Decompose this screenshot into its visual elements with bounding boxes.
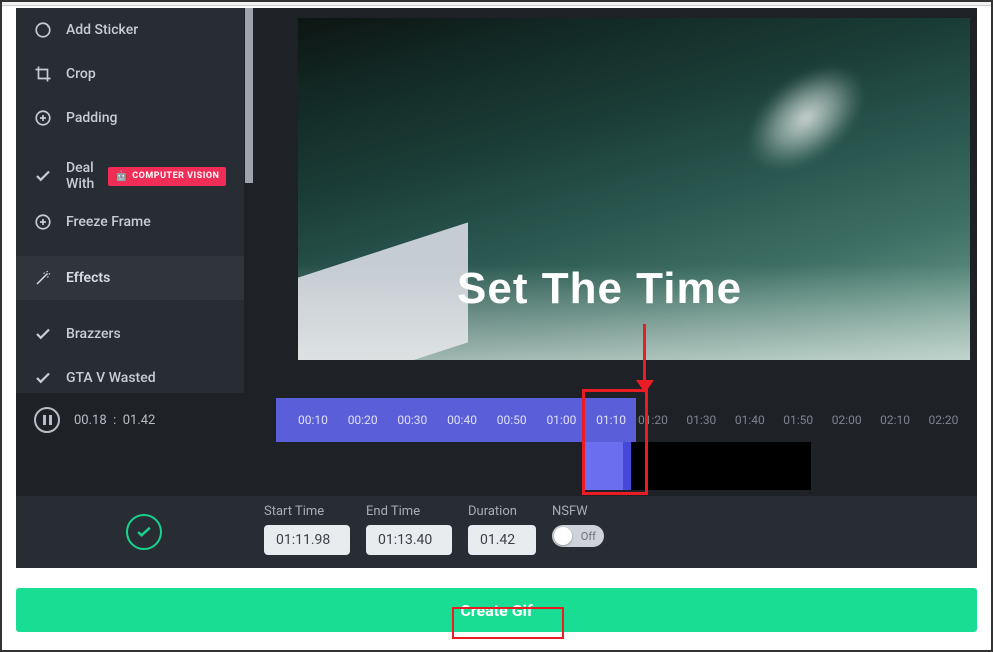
timeline-clip[interactable]: [631, 442, 811, 490]
sidebar-item-label: Add Sticker: [66, 22, 138, 38]
controls-bar: Start Time End Time Duration NSFW Off: [16, 496, 977, 568]
duration-field: Duration: [468, 504, 536, 555]
timeline-selection[interactable]: [585, 442, 631, 490]
robot-icon: 🤖: [115, 171, 128, 182]
pause-icon: [43, 415, 52, 425]
sidebar-scrollbar-thumb[interactable]: [245, 8, 253, 183]
plus-circle-icon: [34, 213, 52, 231]
sidebar-item-label: GTA V Wasted: [66, 370, 156, 386]
toggle-knob: [554, 527, 572, 545]
timeline-track[interactable]: [276, 442, 977, 490]
start-time-input[interactable]: [264, 525, 350, 555]
sidebar-section-effects[interactable]: Effects: [16, 256, 246, 300]
ruler-tick: 00:20: [348, 413, 398, 427]
selection-handle[interactable]: [623, 442, 631, 490]
sidebar-scrollbar[interactable]: [244, 8, 254, 393]
ruler-tick: 00:30: [397, 413, 447, 427]
sidebar-item-brazzers[interactable]: Brazzers: [16, 312, 246, 356]
video-preview: [298, 18, 970, 360]
wand-icon: [34, 269, 52, 287]
ruler-tick: 00:40: [447, 413, 497, 427]
check-icon: [34, 167, 52, 185]
sidebar-item-label: Freeze Frame: [66, 214, 151, 230]
crop-icon: [34, 65, 52, 83]
plus-circle-icon: [34, 109, 52, 127]
end-time-input[interactable]: [366, 525, 452, 555]
nsfw-field: NSFW Off: [552, 504, 604, 547]
nsfw-toggle[interactable]: Off: [552, 525, 604, 547]
sidebar-item-label: Padding: [66, 110, 117, 126]
ruler-tick: 02:10: [880, 413, 928, 427]
check-icon: [34, 369, 52, 387]
sidebar-item-freeze-frame[interactable]: Freeze Frame: [16, 200, 246, 244]
sidebar-item-crop[interactable]: Crop: [16, 52, 246, 96]
sidebar-item-label: Crop: [66, 66, 96, 82]
ruler-tick: 01:50: [783, 413, 831, 427]
ruler-tick: 00:10: [298, 413, 348, 427]
computer-vision-badge: 🤖 COMPUTER VISION: [108, 167, 226, 186]
check-icon: [34, 325, 52, 343]
ruler-tick: 00:50: [497, 413, 547, 427]
sidebar-item-label: Brazzers: [66, 326, 121, 342]
play-pause-button[interactable]: [34, 407, 60, 433]
sidebar-item-add-sticker[interactable]: Add Sticker: [16, 8, 246, 52]
end-time-field: End Time: [366, 504, 452, 555]
ruler-tick: 02:00: [832, 413, 880, 427]
sidebar-item-gta-wasted[interactable]: GTA V Wasted: [16, 356, 246, 393]
editor-app: Add Sticker Crop Padding: [16, 8, 977, 568]
timecode: 00.18 : 01.42: [74, 413, 155, 428]
confirm-icon[interactable]: [126, 514, 162, 550]
sidebar-item-padding[interactable]: Padding: [16, 96, 246, 140]
ruler-tick: 01:00: [546, 413, 596, 427]
duration-input[interactable]: [468, 525, 536, 555]
timeline-ruler-rest[interactable]: 01:20 01:30 01:40 01:50 02:00 02:10 02:2…: [636, 398, 977, 442]
create-gif-button[interactable]: Create Gif: [16, 588, 977, 632]
sticker-icon: [34, 21, 52, 39]
sidebar-item-deal-with[interactable]: DealWith 🤖 COMPUTER VISION: [16, 152, 246, 200]
ruler-tick: 01:30: [686, 413, 734, 427]
sidebar-section-label: Effects: [66, 270, 110, 286]
ruler-tick: 02:20: [929, 413, 977, 427]
sidebar: Add Sticker Crop Padding: [16, 8, 254, 393]
start-time-field: Start Time: [264, 504, 350, 555]
sidebar-item-label: DealWith: [66, 160, 94, 192]
ruler-tick: 01:20: [638, 413, 686, 427]
ruler-tick: 01:40: [735, 413, 783, 427]
